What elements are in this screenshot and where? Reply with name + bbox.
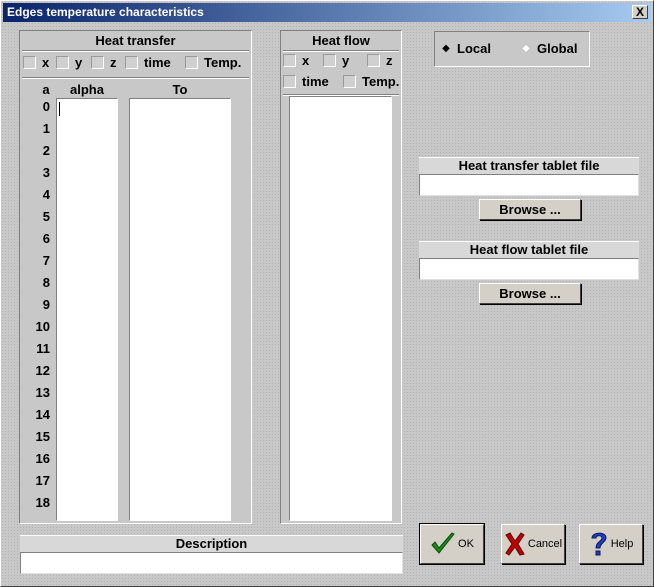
checkbox-box[interactable] [367,54,380,67]
checkbox-box[interactable] [283,54,296,67]
heat-transfer-panel: Heat transfer x y z time Temp. a alpha T… [19,30,252,524]
heat-flow-title: Heat flow [312,33,370,48]
checkbox-box[interactable] [23,56,36,69]
ht-checkbox-y[interactable]: y [56,55,82,70]
help-label: Help [610,538,634,550]
row-number-label: 1 [42,121,50,136]
checkbox-box[interactable] [283,75,296,88]
row-number-label: 15 [35,429,50,444]
row-number-label: 18 [35,495,50,510]
ok-label: OK [458,538,474,550]
check-icon [431,532,455,554]
row-number-label: 14 [35,407,50,422]
text-caret [59,102,60,116]
checkbox-box[interactable] [185,56,198,69]
checkbox-box[interactable] [323,54,336,67]
help-button[interactable]: Help [579,524,643,564]
cancel-label: Cancel [527,538,563,550]
heat-transfer-file-label: Heat transfer tablet file [419,157,639,175]
heat-transfer-title: Heat transfer [95,33,176,48]
to-values-field[interactable] [129,98,231,521]
radio-selected-icon: ◆ [442,43,450,54]
heat-transfer-browse-button[interactable]: Browse ... [479,199,581,220]
checkbox-box[interactable] [125,56,138,69]
hf-checkbox-time[interactable]: time [283,74,329,89]
description-input[interactable] [20,552,403,574]
global-radio[interactable]: ◆ Global [519,41,577,56]
column-header-index: a [42,82,50,97]
ht-checkbox-time[interactable]: time [125,55,171,70]
row-number-label: 12 [35,363,50,378]
window-title: Edges temperature characteristics [7,5,204,19]
divider [283,50,399,52]
checkbox-box[interactable] [56,56,69,69]
radio-unselected-icon: ◆ [522,43,530,54]
hf-checkbox-z[interactable]: z [367,53,393,68]
row-number-label: 3 [42,165,50,180]
heat-transfer-file-input[interactable] [419,174,639,196]
ht-checkbox-z[interactable]: z [91,55,117,70]
column-header-to: To [172,82,188,97]
heat-flow-file-input[interactable] [419,258,639,280]
heat-flow-file-label: Heat flow tablet file [419,241,639,259]
title-bar[interactable]: Edges temperature characteristics X [3,3,651,22]
divider [22,77,249,79]
row-number-label: 17 [35,473,50,488]
ht-checkbox-x[interactable]: x [23,55,49,70]
ht-checkbox-temp[interactable]: Temp. [185,55,241,70]
divider [22,50,249,52]
row-number-label: 11 [36,341,50,356]
cross-icon [505,532,525,556]
heat-flow-browse-button[interactable]: Browse ... [479,283,581,304]
row-number-label: 16 [35,451,50,466]
row-number-label: 10 [35,319,50,334]
checkbox-box[interactable] [343,75,356,88]
checkbox-box[interactable] [91,56,104,69]
close-button[interactable]: X [632,5,648,19]
question-icon [591,532,607,556]
cancel-button[interactable]: Cancel [501,524,565,564]
row-number-label: 7 [42,253,50,268]
row-number-label: 6 [42,231,50,246]
row-number-label: 13 [35,385,50,400]
column-header-alpha: alpha [70,82,104,97]
ok-button[interactable]: OK [419,523,485,565]
heat-flow-panel: Heat flow x y z time Temp. [280,30,402,524]
coordinate-mode-group: ◆ Local ◆ Global [434,31,590,67]
alpha-values-field[interactable] [56,98,118,521]
hf-checkbox-x[interactable]: x [283,53,309,68]
row-number-label: 2 [42,143,50,158]
hf-checkbox-y[interactable]: y [323,53,349,68]
local-radio[interactable]: ◆ Local [439,41,491,56]
row-number-label: 5 [42,209,50,224]
row-number-label: 0 [42,99,50,114]
heat-flow-values-field[interactable] [289,96,392,521]
hf-checkbox-temp[interactable]: Temp. [343,74,399,89]
dialog-window: Edges temperature characteristics X Heat… [0,0,654,587]
close-icon: X [635,5,644,19]
row-number-label: 9 [42,297,50,312]
description-label: Description [20,535,403,553]
row-number-label: 8 [42,275,50,290]
row-number-label: 4 [42,187,50,202]
